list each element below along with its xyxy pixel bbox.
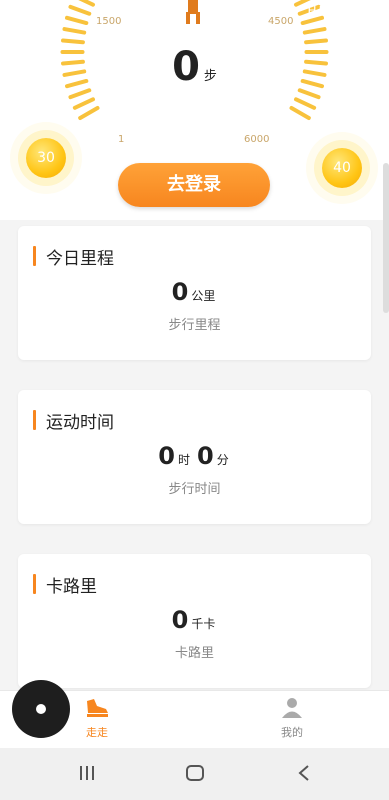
card-subtitle: 步行里程 — [168, 318, 221, 333]
steps-display: 0步 — [0, 44, 389, 90]
home-icon[interactable] — [180, 762, 210, 786]
status-time: 11:37 — [26, 4, 70, 22]
battery-icon: ▮ — [362, 4, 371, 18]
status-bar: 11:37 HD 4G ▮ — [0, 0, 389, 26]
floating-assistive-button[interactable] — [12, 680, 70, 738]
card-title: 卡路里 — [46, 577, 97, 597]
mileage-value: 0 公里 — [18, 278, 371, 306]
status-icons-text: HD 4G — [307, 4, 357, 18]
exercise-time-value: 0时 0分 — [18, 442, 371, 470]
nav-item-mine[interactable]: 我的 — [262, 697, 322, 740]
coin-value: 40 — [333, 160, 351, 176]
shoe-icon — [87, 699, 108, 717]
nav-label-walk: 走走 — [86, 726, 108, 739]
steps-count: 0 — [172, 44, 200, 90]
person-icon — [282, 698, 302, 718]
hours-number: 0 — [158, 442, 175, 470]
minutes-number: 0 — [197, 442, 214, 470]
exercise-time-card: 运动时间 0时 0分 步行时间 — [18, 390, 371, 524]
calories-value: 0 千卡 — [18, 606, 371, 634]
card-title: 运动时间 — [46, 413, 114, 433]
minutes-unit: 分 — [216, 453, 229, 467]
gauge-tick — [304, 38, 328, 45]
card-accent-bar — [33, 246, 36, 266]
calories-number: 0 — [171, 606, 189, 634]
gauge-tick — [68, 88, 92, 100]
gauge-tick — [61, 38, 85, 45]
calories-unit: 千卡 — [191, 617, 216, 631]
card-subtitle: 卡路里 — [174, 646, 214, 661]
card-title: 今日里程 — [46, 249, 114, 269]
mileage-unit: 公里 — [191, 289, 216, 303]
floating-dot-icon — [36, 704, 46, 714]
coin-30[interactable]: 30 — [26, 138, 66, 178]
gauge-tick — [294, 97, 317, 110]
nav-label-mine: 我的 — [281, 726, 303, 739]
hours-unit: 时 — [177, 453, 190, 467]
steps-unit: 步 — [203, 69, 217, 84]
mileage-number: 0 — [171, 278, 189, 306]
status-icons: HD 4G ▮ — [308, 4, 371, 18]
back-icon[interactable] — [290, 762, 320, 786]
gauge-label-1: 1 — [118, 134, 124, 145]
gauge-tick — [72, 97, 95, 110]
calories-card: 卡路里 0 千卡 卡路里 — [18, 554, 371, 688]
gauge-tick — [302, 27, 327, 35]
gauge-label-6000: 6000 — [244, 134, 269, 145]
scroll-indicator[interactable] — [383, 163, 389, 313]
login-button[interactable]: 去登录 — [118, 163, 270, 207]
gauge-tick — [289, 106, 311, 120]
gauge-tick — [62, 27, 87, 35]
coin-40[interactable]: 40 — [322, 148, 362, 188]
coin-value: 30 — [37, 150, 55, 166]
system-nav-bar — [0, 748, 389, 800]
card-accent-bar — [33, 410, 36, 430]
gauge-tick — [297, 88, 321, 100]
nav-item-walk[interactable]: 走走 — [67, 697, 127, 740]
card-accent-bar — [33, 574, 36, 594]
recent-apps-icon[interactable] — [72, 762, 102, 786]
card-subtitle: 步行时间 — [168, 482, 221, 497]
gauge-tick — [78, 106, 100, 120]
mileage-card: 今日里程 0 公里 步行里程 — [18, 226, 371, 360]
